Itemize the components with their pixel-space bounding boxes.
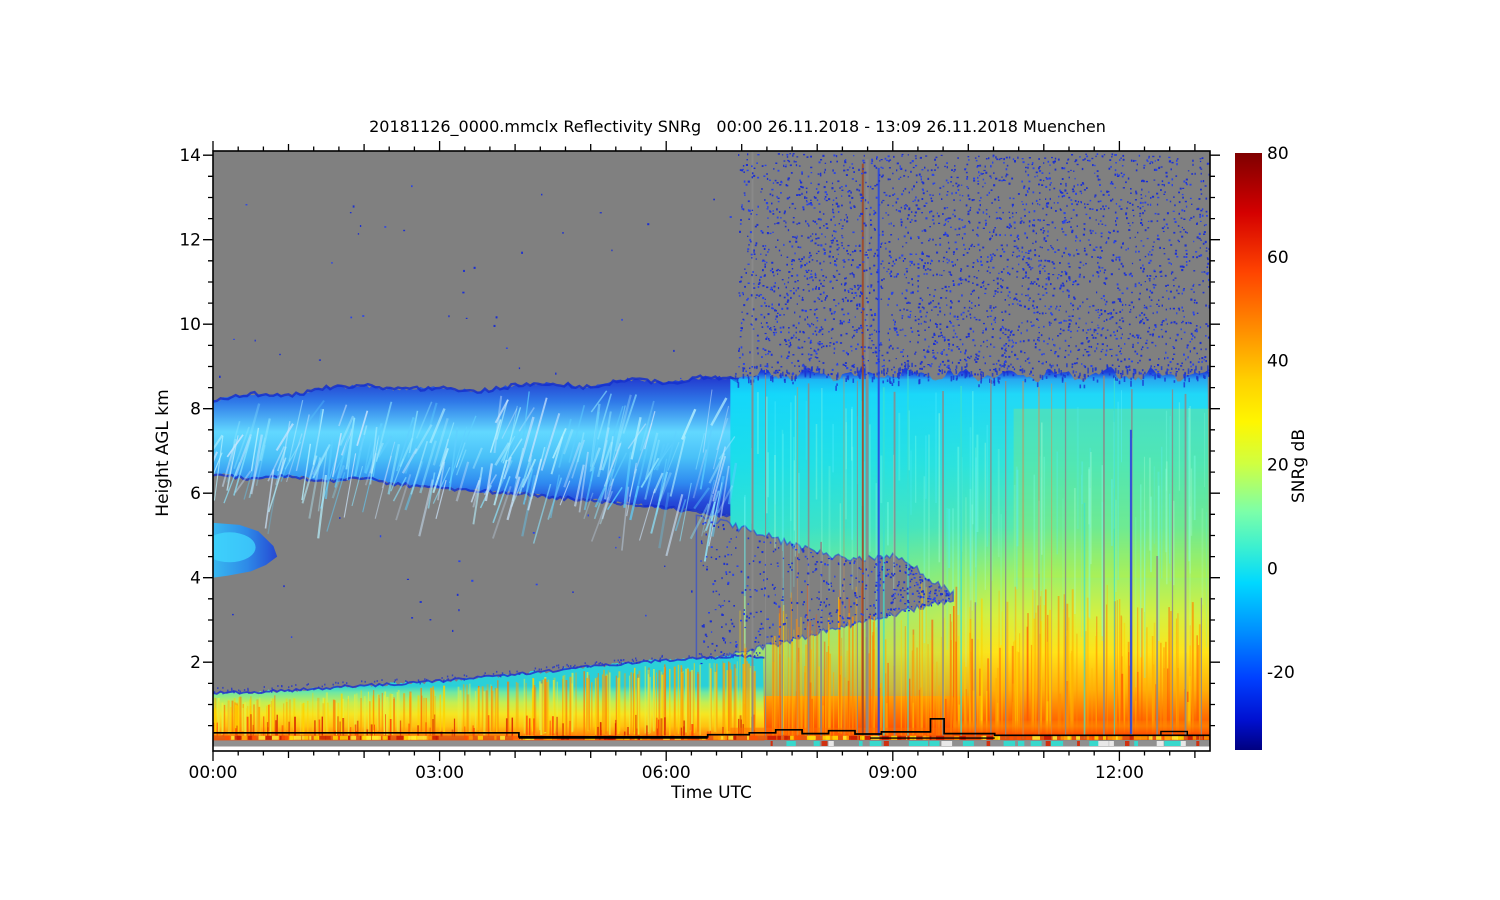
x-tick-label: 09:00 [868,763,917,783]
colorbar-tick-label: -20 [1267,663,1295,683]
y-tick-label: 2 [190,653,201,673]
colorbar-tick-label: 20 [1267,456,1289,476]
colorbar-tick-label: 60 [1267,248,1289,268]
radar-reflectivity-figure: 20181126_0000.mmclx Reflectivity SNRg 00… [0,0,1500,900]
colorbar-tick-label: 80 [1267,144,1289,164]
y-tick-label: 4 [190,569,201,589]
ground-echo-strip [213,735,1210,747]
y-tick-label: 10 [179,315,201,335]
plot-data-area [213,151,1210,747]
x-axis-label: Time UTC [671,783,752,803]
colorbar-gradient [1235,153,1262,750]
colorbar: 80 60 40 20 0 -20 [1235,144,1295,750]
colorbar-tick-label: 40 [1267,352,1289,372]
x-tick-label: 12:00 [1095,763,1144,783]
y-tick-label: 14 [179,146,201,166]
y-axis-label: Height AGL km [153,389,173,517]
colorbar-tick-label: 0 [1267,559,1278,579]
y-tick-label: 8 [190,400,201,420]
x-tick-label: 03:00 [415,763,464,783]
y-tick-label: 12 [179,231,201,251]
y-tick-label: 6 [190,484,201,504]
plot-title: 20181126_0000.mmclx Reflectivity SNRg 00… [369,117,1106,136]
x-tick-label: 06:00 [642,763,691,783]
colorbar-label: SNRg dB [1289,429,1309,503]
x-tick-label: 00:00 [189,763,238,783]
